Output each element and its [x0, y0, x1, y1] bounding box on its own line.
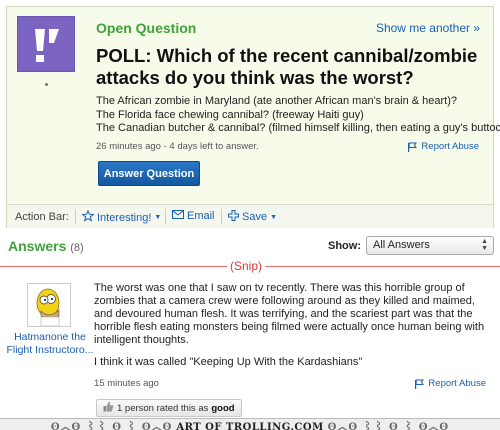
answer-timestamp: 15 minutes ago: [94, 378, 159, 389]
select-arrows-icon: ▲ ▼: [481, 238, 488, 252]
rate-good-button[interactable]: 1 person rated this as good: [96, 399, 242, 417]
watermark: ʘ︿ʘ ⌇⌇ ʘ ⌇ ʘ︿ʘ ART OF TROLLING.COM ʘ︿ʘ ⌇…: [0, 419, 500, 430]
answers-filter-value: All Answers: [373, 239, 430, 251]
email-button[interactable]: Email: [172, 210, 215, 222]
divider: [75, 209, 76, 224]
question-panel: Open Question Show me another » POLL: Wh…: [6, 6, 500, 228]
question-meta: 26 minutes ago - 4 days left to answer.: [96, 141, 259, 152]
star-icon: [81, 209, 95, 225]
email-label: Email: [187, 210, 215, 222]
avatar[interactable]: [27, 283, 71, 327]
status-dot: [45, 83, 48, 86]
question-detail-line: The African zombie in Maryland (ate anot…: [96, 95, 458, 107]
answer-text: The worst was one that I saw on tv recen…: [94, 282, 485, 346]
action-bar: Action Bar: Interesting! ▼ Email Save ▼: [7, 204, 493, 228]
question-mark-icon: [17, 16, 75, 72]
divider: [165, 209, 166, 224]
report-abuse-question-link[interactable]: Report Abuse: [407, 141, 479, 152]
plus-icon: [228, 210, 239, 224]
rated-prefix: 1 person rated this as: [117, 402, 209, 414]
report-abuse-label: Report Abuse: [428, 378, 486, 389]
action-bar-label: Action Bar:: [15, 211, 69, 223]
watermark-text: ART OF TROLLING.COM: [176, 422, 324, 430]
show-another-link[interactable]: Show me another »: [376, 21, 480, 35]
thumbs-up-icon: [103, 401, 114, 415]
rated-value: good: [211, 402, 235, 414]
question-detail-line: The Canadian butcher & cannibal? (filmed…: [96, 122, 500, 134]
interesting-label: Interesting!: [97, 211, 152, 224]
answers-count: (8): [70, 242, 84, 254]
envelope-icon: [172, 210, 184, 222]
report-abuse-answer-link[interactable]: Report Abuse: [414, 378, 486, 389]
answer-username-link[interactable]: Hatmanone the Flight Instructoro...: [4, 331, 96, 357]
watermark-footer: ʘ︿ʘ ⌇⌇ ʘ ⌇ ʘ︿ʘ ART OF TROLLING.COM ʘ︿ʘ ⌇…: [0, 418, 500, 430]
flag-icon: [414, 379, 425, 389]
report-abuse-label: Report Abuse: [421, 141, 479, 152]
answers-title: Answers: [8, 238, 67, 254]
answers-heading: Answers (8): [8, 238, 84, 254]
question-detail-line: The Florida face chewing cannibal? (free…: [96, 108, 364, 121]
answer-question-button[interactable]: Answer Question: [98, 161, 200, 186]
save-button[interactable]: Save ▼: [228, 210, 277, 224]
flag-icon: [407, 142, 418, 152]
interesting-button[interactable]: Interesting! ▼: [81, 209, 162, 225]
chevron-down-icon: ▼: [270, 213, 278, 221]
chevron-down-icon: ▼: [154, 214, 162, 221]
save-label: Save: [242, 211, 268, 223]
answer-quote: I think it was called "Keeping Up With t…: [94, 356, 363, 368]
question-details: The African zombie in Maryland (ate anot…: [96, 95, 500, 136]
answers-filter-select[interactable]: All Answers ▲ ▼: [366, 236, 494, 255]
question-title: POLL: Which of the recent cannibal/zombi…: [96, 45, 478, 88]
snip-label: (Snip): [227, 259, 266, 273]
question-type-label: Open Question: [96, 20, 197, 36]
show-label: Show:: [328, 240, 361, 252]
divider: [221, 209, 222, 224]
